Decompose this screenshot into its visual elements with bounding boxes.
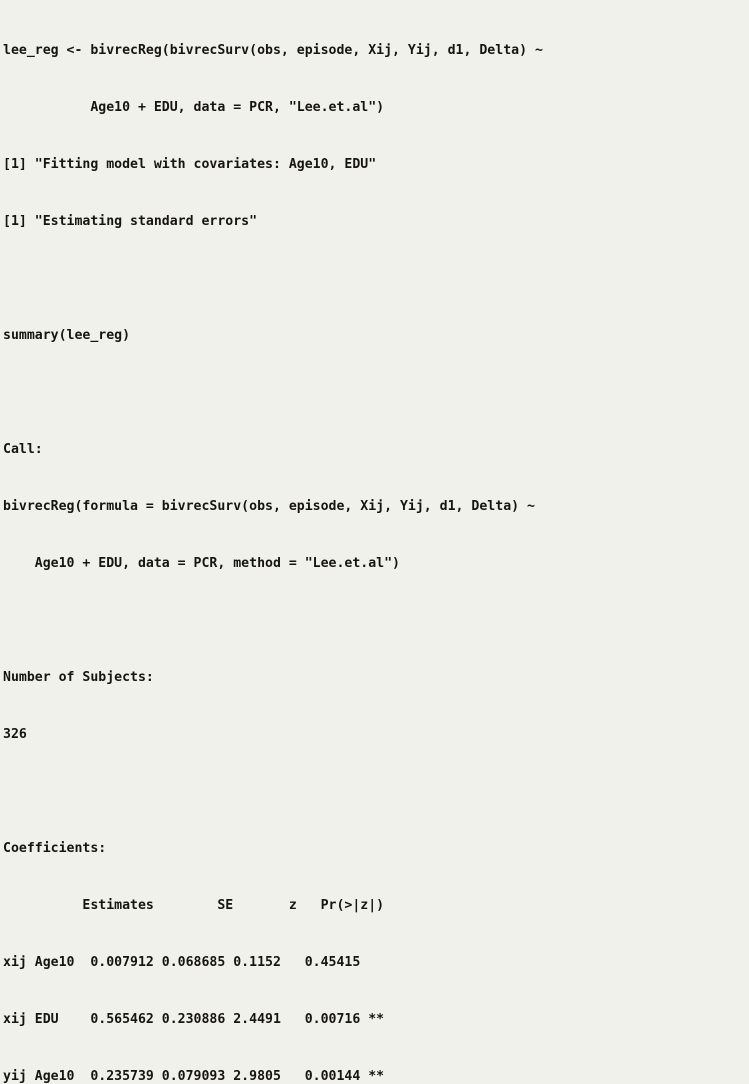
console-line: Age10 + EDU, data = PCR, "Lee.et.al") (3, 100, 385, 115)
console-line-subjects-value: 326 (3, 727, 27, 742)
console-line-coefficients-header: Coefficients: (3, 841, 107, 856)
console-line: bivrecReg(formula = bivrecSurv(obs, epis… (3, 499, 535, 514)
console-line-summary-command: summary(lee_reg) (3, 328, 131, 343)
table-row: yij Age10 0.235739 0.079093 2.9805 0.001… (3, 1069, 385, 1084)
table-row: xij EDU 0.565462 0.230886 2.4491 0.00716… (3, 1012, 385, 1027)
console-line: lee_reg <- bivrecReg(bivrecSurv(obs, epi… (3, 43, 543, 58)
console-line: Age10 + EDU, data = PCR, method = "Lee.e… (3, 556, 400, 571)
console-line: [1] "Fitting model with covariates: Age1… (3, 157, 377, 172)
r-console-output[interactable]: lee_reg <- bivrecReg(bivrecSurv(obs, epi… (0, 0, 749, 1084)
coefficients-column-headers: Estimates SE z Pr(>|z|) (3, 898, 385, 913)
console-line-call-header: Call: (3, 442, 43, 457)
console-line: [1] "Estimating standard errors" (3, 214, 258, 229)
console-line-subjects-header: Number of Subjects: (3, 670, 154, 685)
table-row: xij Age10 0.007912 0.068685 0.1152 0.454… (3, 955, 361, 970)
